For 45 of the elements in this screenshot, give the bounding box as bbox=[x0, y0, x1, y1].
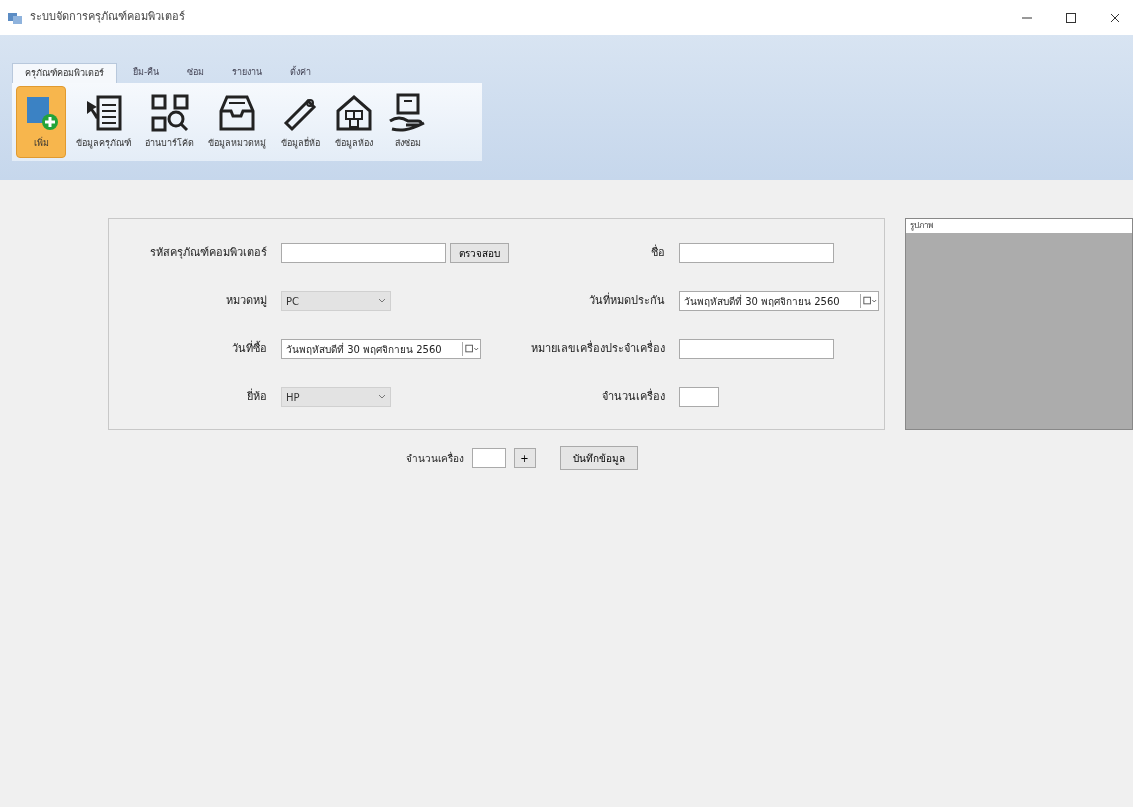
qr-code-icon bbox=[149, 93, 190, 134]
ribbon-button[interactable]: ส่งซ่อม bbox=[384, 86, 432, 158]
date-picker[interactable]: วันพฤหัสบดีที่ 30 พฤศจิกายน 2560 bbox=[281, 339, 481, 359]
field-label: รหัสครุภัณฑ์คอมพิวเตอร์ bbox=[150, 244, 267, 261]
ribbon-tab[interactable]: ครุภัณฑ์คอมพิวเตอร์ bbox=[12, 63, 117, 83]
field-label: วันที่หมดประกัน bbox=[589, 292, 665, 309]
text-field[interactable] bbox=[281, 243, 446, 263]
calendar-dropdown-icon bbox=[462, 342, 480, 356]
count-label: จำนวนเครื่อง bbox=[405, 450, 464, 466]
warehouse-icon bbox=[334, 93, 374, 134]
ribbon-button[interactable]: ข้อมูลห้อง bbox=[330, 86, 378, 158]
ribbon-tab[interactable]: ยืม-คืน bbox=[121, 63, 172, 83]
inbox-tray-icon bbox=[217, 93, 257, 134]
field-label: หมวดหมู่ bbox=[226, 292, 267, 309]
chevron-down-icon bbox=[378, 298, 386, 304]
check-button[interactable]: ตรวจสอบ bbox=[450, 243, 509, 263]
ribbon-tab[interactable]: ซ่อม bbox=[175, 63, 217, 83]
ribbon-button[interactable]: เพิ่ม bbox=[16, 86, 66, 158]
close-icon[interactable] bbox=[1109, 11, 1121, 24]
ribbon-button[interactable]: ข้อมูลหมวดหมู่ bbox=[204, 86, 270, 158]
ribbon-tab[interactable]: ตั้งค่า bbox=[278, 63, 324, 83]
ribbon-button[interactable]: อ่านบาร์โค้ด bbox=[141, 86, 198, 158]
save-button[interactable]: บันทึกข้อมูล bbox=[559, 446, 638, 470]
ribbon-button[interactable]: ข้อมูลยี่ห้อ bbox=[276, 86, 324, 158]
field-label: ยี่ห้อ bbox=[247, 388, 267, 405]
dropdown[interactable]: PC bbox=[281, 291, 391, 311]
maximize-icon[interactable] bbox=[1065, 11, 1077, 24]
dropdown[interactable]: HP bbox=[281, 387, 391, 407]
add-button[interactable]: + bbox=[513, 448, 536, 468]
field-label: จำนวนเครื่อง bbox=[602, 388, 665, 405]
window-title: ระบบจัดการครุภัณฑ์คอมพิวเตอร์ bbox=[30, 9, 185, 26]
ribbon-button[interactable]: ข้อมูลครุภัณฑ์ bbox=[72, 86, 135, 158]
field-label: ชื่อ bbox=[651, 244, 665, 261]
field-label: วันที่ซื้อ bbox=[232, 340, 267, 357]
count-field[interactable] bbox=[679, 387, 719, 407]
chevron-down-icon bbox=[378, 394, 386, 400]
count-field[interactable] bbox=[471, 448, 506, 468]
calendar-dropdown-icon bbox=[860, 294, 878, 308]
date-picker[interactable]: วันพฤหัสบดีที่ 30 พฤศจิกายน 2560 bbox=[679, 291, 879, 311]
app-icon bbox=[8, 11, 22, 24]
text-field[interactable] bbox=[679, 243, 834, 263]
ribbon-tab[interactable]: รายงาน bbox=[220, 63, 275, 83]
text-field[interactable] bbox=[679, 339, 834, 359]
panel-title: รูปภาพ bbox=[910, 220, 933, 232]
field-label: หมายเลขเครื่องประจำเครื่อง bbox=[531, 340, 665, 357]
